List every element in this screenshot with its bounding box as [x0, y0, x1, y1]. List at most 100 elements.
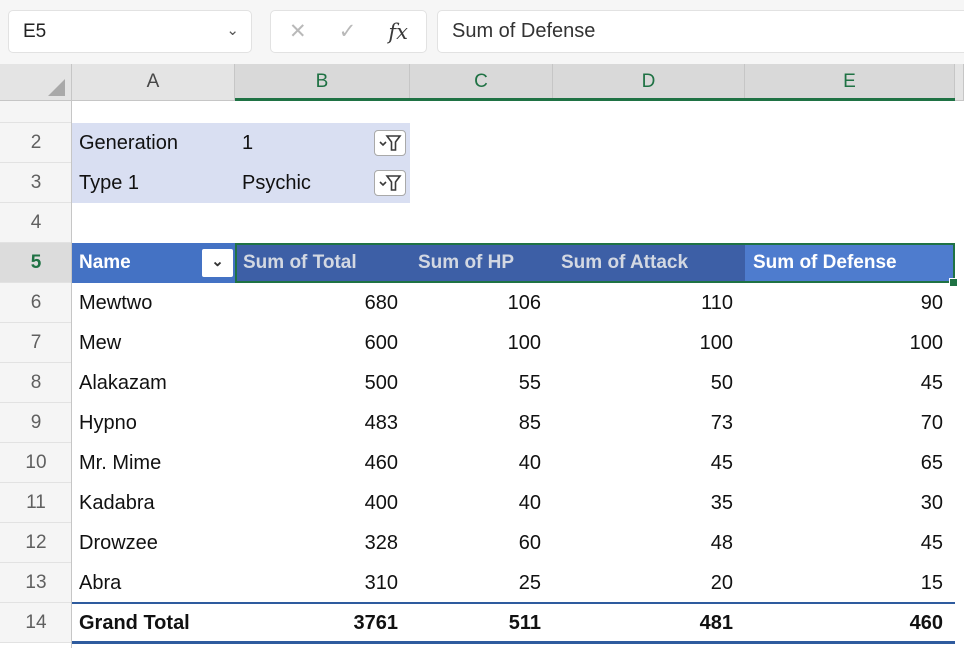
filter-funnel-icon [378, 134, 402, 152]
row-number: 5 [0, 243, 72, 283]
pivot-cell[interactable]: 40 [410, 483, 553, 523]
row-number: 9 [0, 403, 72, 443]
row-header-3[interactable]: 3 [0, 163, 72, 203]
row-number: 14 [0, 603, 72, 643]
name-box-chevron-icon[interactable]: ⌄ [226, 11, 239, 50]
pivot-cell[interactable]: 483 [235, 403, 410, 443]
pivot-cell[interactable]: 500 [235, 363, 410, 403]
pivot-header-name[interactable]: Name⌄ [72, 243, 235, 283]
column-header-d[interactable]: D [553, 64, 745, 101]
pivot-row-name[interactable]: Kadabra [72, 483, 235, 523]
row-header-11[interactable]: 11 [0, 483, 72, 523]
grand-total-cell[interactable]: 511 [410, 603, 553, 643]
pivot-cell[interactable]: 70 [745, 403, 955, 443]
row-number: 6 [0, 283, 72, 323]
pivot-cell[interactable]: 55 [410, 363, 553, 403]
pivot-cell[interactable]: 680 [235, 283, 410, 323]
pivot-row-name[interactable]: Abra [72, 563, 235, 603]
pivot-cell[interactable]: 100 [553, 323, 745, 363]
pivot-header-sum-of-total[interactable]: Sum of Total [235, 243, 410, 283]
pivot-header-sum-of-hp[interactable]: Sum of HP [410, 243, 553, 283]
pivot-row-name[interactable]: Alakazam [72, 363, 235, 403]
column-header-c[interactable]: C [410, 64, 553, 101]
row-header-2[interactable]: 2 [0, 123, 72, 163]
row-header-6[interactable]: 6 [0, 283, 72, 323]
row-number: 12 [0, 523, 72, 563]
pivot-row-name[interactable]: Hypno [72, 403, 235, 443]
row-number: 4 [0, 203, 72, 243]
enter-icon[interactable]: ✓ [339, 19, 357, 44]
excel-window: E5 ⌄ ✕ ✓ fx Sum of Defense ABCDE12345678… [0, 0, 964, 648]
pivot-cell[interactable]: 15 [745, 563, 955, 603]
row-header-8[interactable]: 8 [0, 363, 72, 403]
pivot-cell[interactable]: 40 [410, 443, 553, 483]
row-header-13[interactable]: 13 [0, 563, 72, 603]
column-header-e[interactable]: E [745, 64, 955, 101]
row-number: 2 [0, 123, 72, 163]
pivot-name-dropdown-button[interactable]: ⌄ [202, 249, 233, 277]
grand-total-cell[interactable]: 3761 [235, 603, 410, 643]
formula-bar-value: Sum of Defense [452, 11, 595, 52]
row-header-10[interactable]: 10 [0, 443, 72, 483]
pivot-row-name[interactable]: Mew [72, 323, 235, 363]
grand-total-cell[interactable]: 481 [553, 603, 745, 643]
pivot-cell[interactable]: 35 [553, 483, 745, 523]
worksheet-grid: ABCDE1234567891011121314Generation1Type … [0, 64, 964, 648]
row-header-4[interactable]: 4 [0, 203, 72, 243]
name-box[interactable]: E5 ⌄ [8, 10, 252, 53]
pivot-row-name[interactable]: Mewtwo [72, 283, 235, 323]
pivot-cell[interactable]: 600 [235, 323, 410, 363]
row-header-1[interactable]: 1 [0, 101, 72, 123]
pivot-cell[interactable]: 25 [410, 563, 553, 603]
grand-total-cell[interactable]: 460 [745, 603, 955, 643]
pivot-cell[interactable]: 48 [553, 523, 745, 563]
pivot-cell[interactable]: 100 [745, 323, 955, 363]
select-all-triangle-icon [48, 79, 65, 96]
pivot-cell[interactable]: 30 [745, 483, 955, 523]
pivot-header-sum-of-attack[interactable]: Sum of Attack [553, 243, 745, 283]
pivot-cell[interactable]: 20 [553, 563, 745, 603]
pivot-cell[interactable]: 73 [553, 403, 745, 443]
pivot-cell[interactable]: 460 [235, 443, 410, 483]
pivot-cell[interactable]: 45 [745, 363, 955, 403]
insert-function-icon[interactable]: fx [388, 20, 408, 44]
pivot-cell[interactable]: 90 [745, 283, 955, 323]
pivot-cell[interactable]: 328 [235, 523, 410, 563]
select-all-button[interactable] [0, 64, 72, 101]
filter-dropdown-button[interactable] [374, 130, 406, 156]
row-header-9[interactable]: 9 [0, 403, 72, 443]
pivot-cell[interactable]: 50 [553, 363, 745, 403]
filter-field-label[interactable]: Type 1 [72, 163, 235, 203]
filter-dropdown-button[interactable] [374, 170, 406, 196]
row-number: 13 [0, 563, 72, 603]
row-header-14[interactable]: 14 [0, 603, 72, 643]
pivot-row-name[interactable]: Mr. Mime [72, 443, 235, 483]
name-box-value: E5 [23, 11, 46, 52]
pivot-cell[interactable]: 65 [745, 443, 955, 483]
row-number: 11 [0, 483, 72, 523]
pivot-cell[interactable]: 45 [553, 443, 745, 483]
row-header-7[interactable]: 7 [0, 323, 72, 363]
pivot-cell[interactable]: 100 [410, 323, 553, 363]
formula-buttons: ✕ ✓ fx [270, 10, 427, 53]
row-number: 7 [0, 323, 72, 363]
column-header-b[interactable]: B [235, 64, 410, 101]
pivot-cell[interactable]: 45 [745, 523, 955, 563]
cancel-icon[interactable]: ✕ [289, 19, 307, 44]
formula-bar[interactable]: Sum of Defense [437, 10, 964, 53]
row-header-5[interactable]: 5 [0, 243, 72, 283]
pivot-cell[interactable]: 106 [410, 283, 553, 323]
pivot-cell[interactable]: 85 [410, 403, 553, 443]
pivot-cell[interactable]: 60 [410, 523, 553, 563]
pivot-cell[interactable]: 310 [235, 563, 410, 603]
pivot-cell[interactable]: 400 [235, 483, 410, 523]
filter-field-label[interactable]: Generation [72, 123, 235, 163]
pivot-cell[interactable]: 110 [553, 283, 745, 323]
row-number: 3 [0, 163, 72, 203]
column-header-partial[interactable] [955, 64, 964, 101]
row-header-12[interactable]: 12 [0, 523, 72, 563]
grand-total-label[interactable]: Grand Total [72, 603, 235, 643]
column-header-a[interactable]: A [72, 64, 235, 101]
pivot-header-sum-of-defense[interactable]: Sum of Defense [745, 243, 955, 283]
pivot-row-name[interactable]: Drowzee [72, 523, 235, 563]
